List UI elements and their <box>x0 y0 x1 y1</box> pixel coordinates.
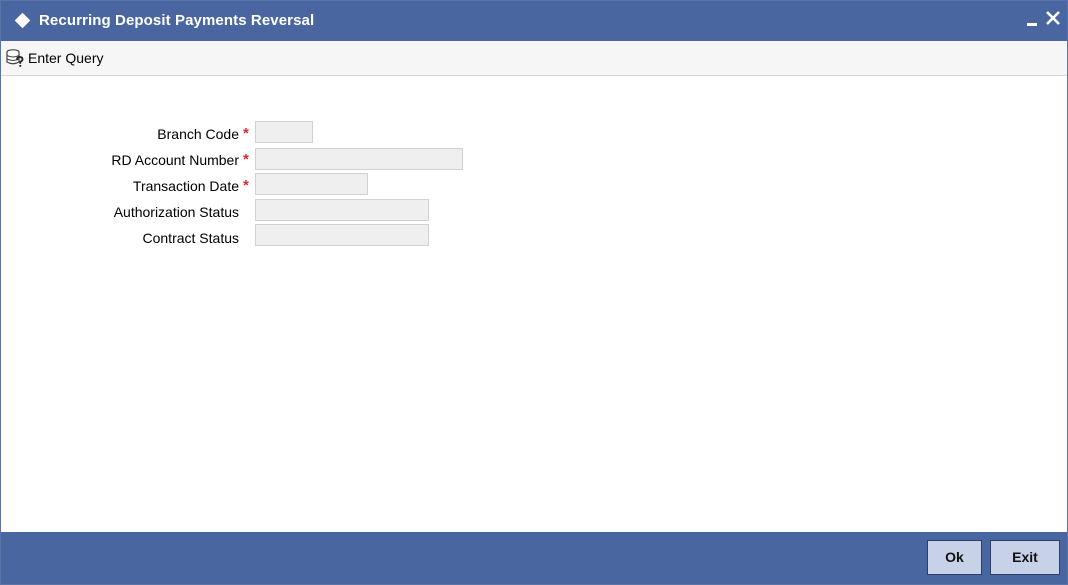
required-marker: * <box>243 125 249 142</box>
toolbar: Enter Query <box>1 41 1067 76</box>
transaction-date-label: Transaction Date <box>132 178 239 194</box>
rd-account-number-field[interactable] <box>255 148 463 170</box>
transaction-date-field[interactable] <box>255 173 368 195</box>
minimize-button[interactable] <box>1027 23 1037 26</box>
rd-account-number-label: RD Account Number <box>111 152 239 168</box>
title-bar: Recurring Deposit Payments Reversal <box>1 1 1067 41</box>
required-marker: * <box>243 151 249 168</box>
authorization-status-label: Authorization Status <box>113 204 239 220</box>
window-title: Recurring Deposit Payments Reversal <box>39 12 315 29</box>
ok-button[interactable]: Ok <box>927 540 982 575</box>
database-query-icon <box>6 49 24 67</box>
enter-query-label: Enter Query <box>28 50 104 66</box>
footer-bar: Ok Exit <box>1 532 1067 584</box>
authorization-status-field[interactable] <box>255 199 429 221</box>
diamond-icon <box>14 12 31 29</box>
close-icon[interactable] <box>1044 7 1062 29</box>
required-marker: * <box>243 177 249 194</box>
exit-button[interactable]: Exit <box>990 540 1060 575</box>
contract-status-field[interactable] <box>255 224 429 246</box>
enter-query-button[interactable]: Enter Query <box>5 47 103 69</box>
branch-code-label: Branch Code <box>157 126 239 142</box>
branch-code-field[interactable] <box>255 121 313 143</box>
contract-status-label: Contract Status <box>142 230 240 246</box>
recurring-deposit-reversal-window: Recurring Deposit Payments Reversal Ente… <box>0 0 1068 585</box>
